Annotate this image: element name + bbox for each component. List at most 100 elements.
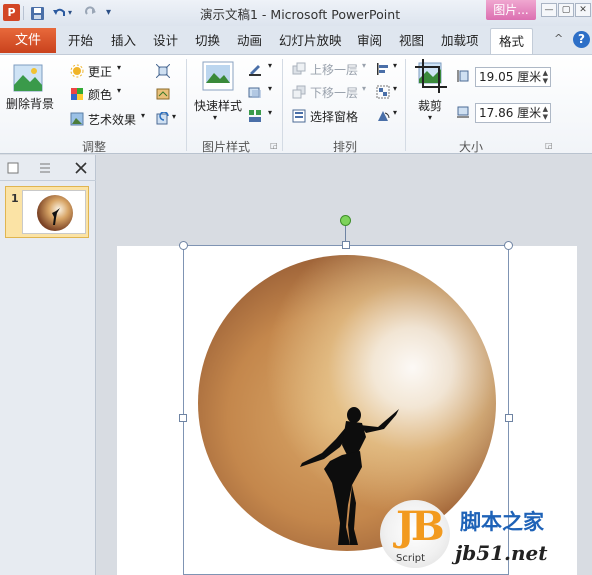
qat-separator [23,6,24,20]
undo-icon[interactable] [52,4,66,22]
tab-view[interactable]: 视图 [399,28,424,53]
picture-layout-icon[interactable] [248,109,262,123]
change-picture-icon[interactable] [156,87,170,101]
tab-insert[interactable]: 插入 [111,28,136,53]
color-dropdown-icon[interactable]: ▾ [117,86,121,95]
height-spinner-icon[interactable]: ▲ ▼ [543,69,548,85]
quick-styles-dropdown-icon[interactable]: ▾ [213,113,217,122]
arrange-group-label: 排列 [333,140,358,154]
outline-tab-icon[interactable] [36,159,54,177]
rotation-handle[interactable] [340,215,351,226]
save-icon[interactable] [30,4,46,22]
picture-tools-context-header: 图片... [486,0,536,20]
title-bar: P ▾ ▾ 演示文稿1 - Microsoft PowerPoint 图片...… [0,0,592,26]
crop-dropdown-icon[interactable]: ▾ [428,113,432,122]
picture-layout-dropdown-icon[interactable]: ▾ [268,108,272,117]
width-spinner-icon[interactable]: ▲ ▼ [543,105,548,121]
help-icon[interactable]: ? [573,31,590,48]
resize-handle-top-right[interactable] [504,241,513,250]
selection-pane-icon[interactable] [292,109,306,123]
watermark-url: jb51.net [455,541,548,565]
size-launcher-icon[interactable]: ◲ [545,141,553,150]
tab-home[interactable]: 开始 [68,28,93,53]
align-icon[interactable] [376,62,390,76]
tab-format[interactable]: 格式 [490,28,534,54]
close-button[interactable]: ✕ [575,3,591,17]
crop-label[interactable]: 裁剪 [418,97,442,114]
powerpoint-app-icon[interactable]: P [3,4,20,21]
height-input[interactable]: 19.05 厘米 ▲ ▼ [475,67,551,87]
adjust-group-label: 调整 [82,140,107,154]
tab-design[interactable]: 设计 [153,28,178,53]
picture-border-dropdown-icon[interactable]: ▾ [268,61,272,70]
slides-tab-icon[interactable] [4,159,22,177]
bring-forward-icon [292,62,306,75]
tab-review[interactable]: 审阅 [357,28,382,53]
picture-effects-icon[interactable] [248,85,262,99]
rotate-dropdown-icon[interactable]: ▾ [393,108,397,117]
compress-pictures-icon[interactable] [156,64,170,78]
corrections-icon[interactable] [70,64,84,78]
resize-handle-left[interactable] [179,414,187,422]
ribbon-tabs: 文件 开始 插入 设计 切换 动画 幻灯片放映 审阅 视图 加载项 格式 ^ ? [0,26,592,54]
remove-background-label[interactable]: 删除背景 [6,95,54,112]
size-group-label: 大小 [459,140,484,154]
picture-styles-launcher-icon[interactable]: ◲ [270,141,278,150]
quick-styles-icon[interactable] [200,59,236,95]
resize-handle-top[interactable] [342,241,350,249]
group-separator [282,59,283,151]
tab-file[interactable]: 文件 [0,28,56,53]
group-separator [186,59,187,151]
slide-thumbnail[interactable] [22,190,86,234]
selection-pane-label[interactable]: 选择窗格 [310,108,358,125]
shape-width-icon [457,106,469,118]
customize-qat-icon[interactable]: ▾ [106,4,111,22]
resize-handle-top-left[interactable] [179,241,188,250]
undo-dropdown-icon[interactable]: ▾ [68,4,72,22]
slide-thumbnail-picture [37,195,73,231]
send-backward-label[interactable]: 下移一层 [310,84,358,101]
watermark-logo-subtext: Script [396,553,426,564]
artistic-effects-label[interactable]: 艺术效果 [88,111,136,128]
tab-animations[interactable]: 动画 [237,28,262,53]
picture-styles-group-label: 图片样式 [202,140,251,154]
color-icon[interactable] [70,87,84,101]
corrections-label[interactable]: 更正 [88,63,112,80]
window-title: 演示文稿1 - Microsoft PowerPoint [200,7,401,22]
group-dropdown-icon[interactable]: ▾ [393,84,397,93]
close-panel-icon[interactable] [72,159,90,177]
minimize-button[interactable]: — [541,3,557,17]
minimize-ribbon-icon[interactable]: ^ [554,32,563,45]
picture-border-icon[interactable] [248,62,262,76]
watermark-site-name: 脚本之家 [460,510,544,534]
width-input[interactable]: 17.86 厘米 ▲ ▼ [475,103,551,123]
artistic-effects-dropdown-icon[interactable]: ▾ [141,111,145,120]
redo-icon[interactable] [84,4,98,22]
resize-handle-right[interactable] [505,414,513,422]
corrections-dropdown-icon[interactable]: ▾ [117,63,121,72]
tab-addins[interactable]: 加载项 [441,28,479,53]
picture-effects-dropdown-icon[interactable]: ▾ [268,84,272,93]
quick-styles-label[interactable]: 快速样式 [194,97,242,114]
color-label[interactable]: 颜色 [88,86,112,103]
align-dropdown-icon[interactable]: ▾ [393,61,397,70]
tab-transitions[interactable]: 切换 [195,28,220,53]
slide-number: 1 [11,192,19,205]
tab-slideshow[interactable]: 幻灯片放映 [279,28,342,53]
group-objects-icon[interactable] [376,85,390,99]
group-separator [405,59,406,151]
remove-background-icon[interactable] [12,61,46,95]
watermark-logo-text: JB [396,503,445,550]
artistic-effects-icon[interactable] [70,112,84,126]
panel-tabs [0,155,96,181]
rotate-icon[interactable] [376,109,390,123]
send-backward-dropdown-icon[interactable]: ▾ [362,84,366,93]
shape-height-icon [457,70,469,82]
restore-button[interactable]: ▢ [558,3,574,17]
bring-forward-label[interactable]: 上移一层 [310,61,358,78]
reset-picture-dropdown-icon[interactable]: ▾ [172,112,176,121]
reset-picture-icon[interactable] [156,112,170,126]
crop-icon[interactable] [415,59,447,93]
bring-forward-dropdown-icon[interactable]: ▾ [362,61,366,70]
width-value: 17.86 厘米 [479,106,542,120]
